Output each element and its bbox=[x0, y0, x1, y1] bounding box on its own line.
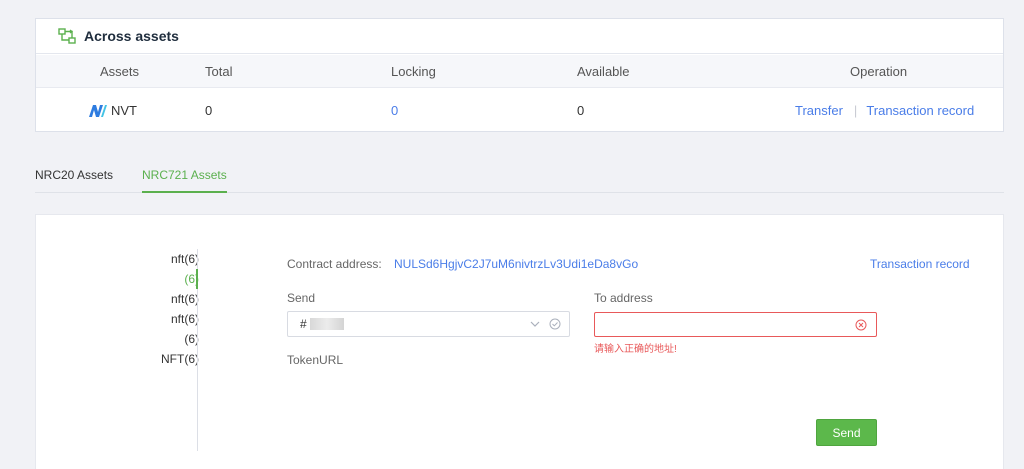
nft-list: nft(6) (6) nft(6) nft(6) (6) NFT(6) bbox=[36, 249, 199, 369]
nuls-logo-icon bbox=[89, 104, 107, 117]
active-indicator bbox=[196, 269, 198, 289]
operation-separator: | bbox=[853, 103, 858, 118]
list-item[interactable]: nft(6) bbox=[36, 249, 199, 269]
across-assets-title: Across assets bbox=[84, 28, 179, 44]
col-assets: Assets bbox=[100, 63, 140, 79]
transaction-record-link[interactable]: Transaction record bbox=[866, 103, 974, 118]
list-item-active[interactable]: (6) bbox=[36, 269, 199, 289]
locking-value-link[interactable]: 0 bbox=[391, 89, 398, 132]
asset-tabs: NRC20 Assets NRC721 Assets bbox=[35, 158, 1004, 193]
asset-name: NVT bbox=[111, 103, 137, 118]
error-circle-icon[interactable] bbox=[855, 319, 867, 331]
table-row: NVT 0 0 0 Transfer | Transaction record bbox=[36, 89, 1003, 132]
token-url-label: TokenURL bbox=[287, 353, 344, 367]
list-item[interactable]: NFT(6) bbox=[36, 349, 199, 369]
transaction-record-link[interactable]: Transaction record bbox=[870, 257, 970, 271]
send-select[interactable]: # bbox=[287, 311, 570, 337]
across-assets-header: Across assets bbox=[36, 19, 1003, 54]
to-address-label: To address bbox=[594, 291, 653, 305]
to-address-input[interactable] bbox=[594, 312, 877, 337]
contract-address-label: Contract address: bbox=[287, 257, 382, 271]
tab-nrc20-assets[interactable]: NRC20 Assets bbox=[35, 168, 113, 191]
available-value: 0 bbox=[577, 103, 585, 118]
send-button[interactable]: Send bbox=[816, 419, 877, 446]
to-address-error: 请输入正确的地址! bbox=[594, 344, 677, 355]
nrc721-panel: nft(6) (6) nft(6) nft(6) (6) NFT(6) Cont… bbox=[35, 214, 1004, 469]
list-item[interactable]: nft(6) bbox=[36, 289, 199, 309]
blurred-token-id bbox=[309, 318, 344, 330]
cross-chain-icon bbox=[58, 28, 76, 44]
transfer-link[interactable]: Transfer bbox=[795, 103, 843, 118]
operation-cell: Transfer | Transaction record bbox=[795, 89, 974, 132]
col-total: Total bbox=[205, 63, 233, 79]
check-circle-icon bbox=[549, 318, 561, 330]
col-locking: Locking bbox=[391, 63, 436, 79]
send-label: Send bbox=[287, 291, 316, 305]
asset-cell: NVT bbox=[89, 89, 137, 132]
list-item[interactable]: (6) bbox=[36, 329, 199, 349]
chevron-down-icon[interactable] bbox=[529, 318, 541, 330]
across-assets-panel: Across assets Assets Total Locking Avail… bbox=[35, 18, 1004, 132]
col-operation: Operation bbox=[850, 63, 908, 79]
list-item[interactable]: nft(6) bbox=[36, 309, 199, 329]
contract-address-link[interactable]: NULSd6HgjvC2J7uM6nivtrzLv3Udi1eDa8vGo bbox=[394, 257, 638, 271]
total-value: 0 bbox=[205, 103, 213, 118]
col-available: Available bbox=[577, 63, 630, 79]
assets-table-header: Assets Total Locking Available Operation bbox=[36, 55, 1003, 88]
tab-nrc721-assets[interactable]: NRC721 Assets bbox=[142, 168, 227, 193]
send-select-value: # bbox=[300, 317, 307, 331]
